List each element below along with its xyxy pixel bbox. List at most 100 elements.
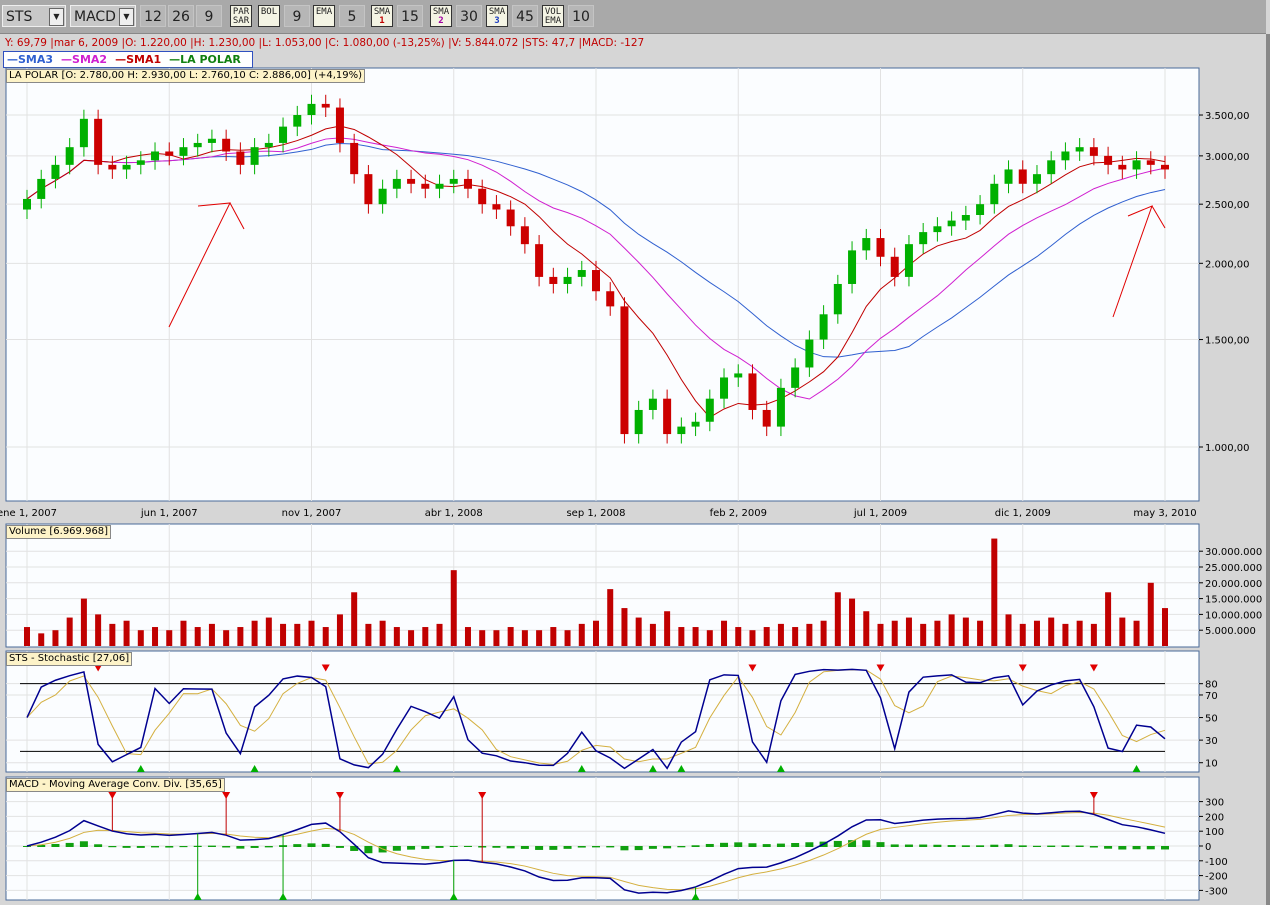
macd-histogram-bar xyxy=(734,842,743,847)
volume-bar xyxy=(962,617,969,646)
scrollbar[interactable] xyxy=(1266,34,1270,905)
candle xyxy=(776,387,785,427)
volume-bar xyxy=(393,627,400,646)
price-tick-label: 3.500,00 xyxy=(1205,111,1250,122)
macd-histogram-bar xyxy=(463,845,472,847)
candle xyxy=(506,209,515,227)
macd-histogram-bar xyxy=(776,843,785,847)
volume-bar xyxy=(223,630,230,646)
candle xyxy=(862,238,871,251)
volume-bar xyxy=(251,620,258,646)
macd-histogram-bar xyxy=(407,846,416,850)
x-tick-label: abr 1, 2008 xyxy=(425,508,483,519)
candle xyxy=(1146,160,1155,165)
macd-histogram-bar xyxy=(990,844,999,847)
volume-bar xyxy=(166,630,173,646)
price-tick-label: 2.500,00 xyxy=(1205,200,1250,211)
volume-bar xyxy=(1033,620,1040,646)
macd-histogram-bar xyxy=(65,842,74,847)
candle xyxy=(293,115,302,127)
volume-bar xyxy=(877,623,884,646)
x-tick-label: nov 1, 2007 xyxy=(282,508,342,519)
macd-histogram-bar xyxy=(421,846,430,849)
volume-bar xyxy=(1105,592,1112,646)
volume-bar xyxy=(550,627,557,646)
macd-histogram-bar xyxy=(677,846,686,848)
candle xyxy=(919,232,928,245)
macd-histogram-bar xyxy=(492,846,501,848)
macd-histogram-bar xyxy=(1132,846,1141,850)
volume-bar xyxy=(1147,582,1154,646)
volume-bar xyxy=(109,623,116,646)
volume-bar xyxy=(194,627,201,646)
candle xyxy=(65,147,74,165)
volume-bar xyxy=(208,623,215,646)
macd-histogram-bar xyxy=(1018,845,1027,847)
macd-histogram-bar xyxy=(250,846,259,848)
macd-tick-label: 0 xyxy=(1205,842,1211,853)
volume-bar xyxy=(294,623,301,646)
volume-bar xyxy=(735,627,742,646)
candle xyxy=(648,398,657,410)
volume-bar xyxy=(450,570,457,646)
macd-histogram-bar xyxy=(435,846,444,848)
volume-bar xyxy=(479,630,486,646)
macd-histogram-bar xyxy=(1075,845,1084,847)
volume-bar xyxy=(834,592,841,646)
macd-histogram-bar xyxy=(207,845,216,847)
volume-bar xyxy=(1090,623,1097,646)
macd-histogram-bar xyxy=(520,846,529,849)
macd-histogram-bar xyxy=(1146,846,1155,850)
volume-bar xyxy=(1062,623,1069,646)
macd-histogram-bar xyxy=(705,843,714,847)
volume-bar xyxy=(749,630,756,646)
macd-histogram-bar xyxy=(563,846,572,849)
macd-tick-label: 300 xyxy=(1205,798,1224,809)
candle xyxy=(250,147,259,165)
macd-tick-label: -100 xyxy=(1205,857,1228,868)
macd-histogram-bar xyxy=(179,846,188,848)
macd-histogram-bar xyxy=(108,846,117,848)
macd-histogram-bar xyxy=(1004,844,1013,847)
macd-tick-label: -200 xyxy=(1205,872,1228,883)
macd-histogram-bar xyxy=(549,846,558,850)
volume-tick-label: 30.000.000 xyxy=(1205,547,1262,558)
candle xyxy=(492,204,501,210)
candle xyxy=(947,220,956,227)
volume-bar xyxy=(336,614,343,646)
macd-histogram-bar xyxy=(762,844,771,847)
macd-histogram-bar xyxy=(392,846,401,851)
macd-histogram-bar xyxy=(947,845,956,847)
x-tick-label: feb 2, 2009 xyxy=(710,508,767,519)
volume-tick-label: 25.000.000 xyxy=(1205,563,1262,574)
candle xyxy=(819,314,828,340)
candle xyxy=(478,188,487,205)
candle xyxy=(833,283,842,315)
panel-price xyxy=(5,67,1200,502)
volume-bar xyxy=(351,592,358,646)
macd-histogram-bar xyxy=(876,842,885,847)
sts-tick-label: 30 xyxy=(1205,736,1218,747)
candle xyxy=(876,238,885,257)
sts-tick-label: 80 xyxy=(1205,680,1218,691)
sts-panel-title: STS - Stochastic [27,06] xyxy=(6,652,133,666)
macd-histogram-bar xyxy=(805,842,814,847)
candle xyxy=(23,198,31,210)
sts-tick-label: 10 xyxy=(1205,759,1218,770)
volume-bar xyxy=(521,630,528,646)
volume-bar xyxy=(1162,608,1168,646)
candle xyxy=(520,226,529,245)
volume-bar xyxy=(507,627,514,646)
macd-histogram-bar xyxy=(136,846,145,848)
volume-bar xyxy=(820,620,827,646)
volume-bar xyxy=(664,611,671,646)
candle xyxy=(634,409,643,435)
macd-histogram-bar xyxy=(691,845,700,847)
volume-bar xyxy=(792,627,799,646)
macd-histogram-bar xyxy=(720,842,729,847)
x-tick-label: sep 1, 2008 xyxy=(566,508,625,519)
macd-histogram-bar xyxy=(833,840,842,847)
macd-histogram-bar xyxy=(634,846,643,851)
volume-bar xyxy=(365,623,372,646)
volume-bar xyxy=(1133,620,1140,646)
